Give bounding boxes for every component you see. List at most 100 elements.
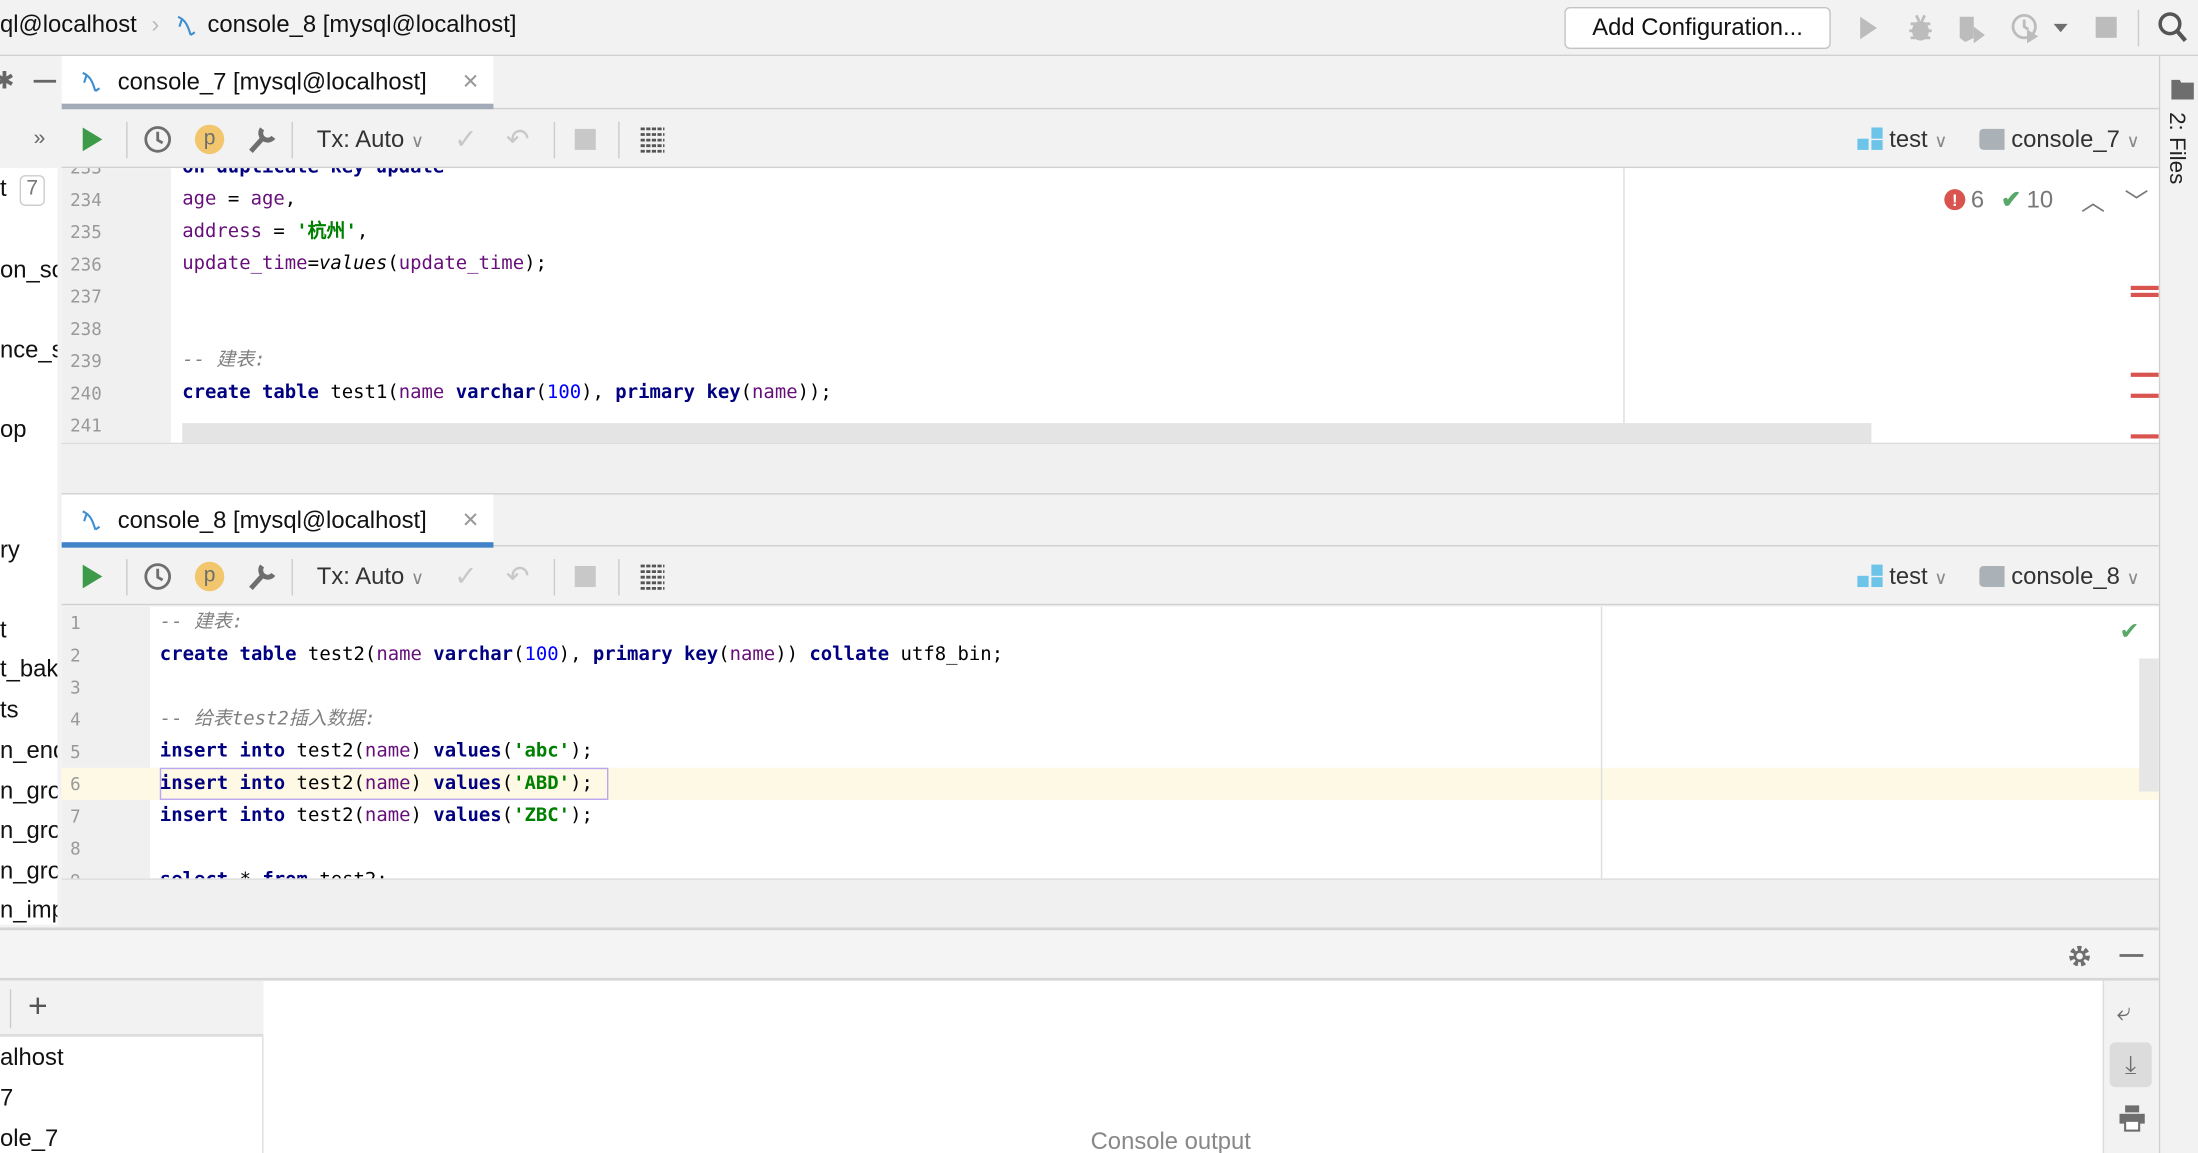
commit-icon[interactable]: ✓ (454, 559, 478, 594)
tab-console-7[interactable]: console_7 [mysql@localhost] ✕ (61, 56, 494, 110)
console7-editor[interactable]: ! 6 ✔ 10 ︿ ﹀ 233 234 235 236 237 238 239 240 241… (61, 168, 2159, 443)
transaction-mode-dropdown[interactable]: Tx: Auto ∨ (317, 563, 424, 591)
execute-icon[interactable] (81, 563, 103, 590)
horizontal-scrollbar[interactable] (182, 423, 1872, 443)
files-tool-button[interactable]: 2: Files (2163, 112, 2188, 184)
folder-icon[interactable] (2170, 78, 2195, 100)
code-token-kw: create table (182, 381, 331, 404)
code-line[interactable]: select * from test2; (160, 864, 388, 879)
transaction-mode-dropdown[interactable]: Tx: Auto ∨ (317, 126, 424, 154)
breadcrumb-current[interactable]: console_8 [mysql@localhost] (207, 11, 516, 39)
tree-item[interactable]: nce_sc (0, 336, 57, 364)
code-line[interactable]: -- 给表test2插入数据: (160, 703, 376, 735)
code-line[interactable]: insert into test2(name) values('ZBC'); (160, 800, 593, 832)
error-marker[interactable] (2130, 434, 2159, 439)
close-tab-icon[interactable]: ✕ (462, 507, 480, 533)
code-line[interactable]: on duplicate key update (182, 168, 444, 183)
debug-icon[interactable] (1906, 13, 1934, 44)
add-configuration-button[interactable]: Add Configuration... (1564, 7, 1831, 50)
next-highlight-icon[interactable]: ﹀ (2125, 182, 2149, 217)
previous-highlight-icon[interactable]: ︿ (2081, 182, 2105, 217)
run-with-coverage-icon[interactable] (1957, 13, 1988, 47)
minimize-icon[interactable] (33, 79, 57, 83)
no-problems-check-icon[interactable]: ✔ (2120, 618, 2140, 646)
breadcrumb-parent[interactable]: ql@localhost (0, 11, 137, 39)
profile-icon[interactable] (2010, 13, 2041, 47)
code-line[interactable]: update_time=values(update_time); (182, 248, 547, 280)
right-tool-strip (2158, 56, 2198, 1153)
code-line[interactable]: address = '杭州', (182, 216, 368, 248)
gear-icon[interactable] (2066, 943, 2093, 970)
tree-item[interactable]: n_imp (0, 897, 57, 925)
wrench-icon[interactable] (247, 560, 278, 592)
add-service-icon[interactable]: + (28, 988, 48, 1027)
tree-item[interactable]: 7 (0, 1084, 13, 1112)
history-icon[interactable] (143, 125, 172, 154)
hide-icon[interactable] (2119, 954, 2144, 957)
session-selector[interactable]: console_8 ∨ (1979, 563, 2140, 591)
search-icon[interactable] (2157, 11, 2188, 45)
code-line[interactable]: -- 建表: (182, 345, 265, 377)
console8-editor[interactable]: ✔ 123456789-- 建表:create table test2(name… (61, 606, 2159, 879)
tree-item[interactable]: n_grou (0, 778, 57, 806)
tree-item[interactable]: n_grou (0, 857, 57, 885)
tree-item[interactable]: ole_7 (0, 1125, 58, 1153)
inspection-widget[interactable]: ! 6 ✔ 10 ︿ ﹀ (1944, 182, 2148, 217)
history-icon[interactable] (143, 562, 172, 591)
code-line[interactable]: age = age, (182, 184, 296, 216)
settings-icon[interactable]: ✱ (0, 67, 14, 95)
console-output-area[interactable]: Console output (263, 980, 2103, 1153)
error-marker[interactable] (2130, 393, 2159, 398)
error-marker[interactable] (2130, 285, 2159, 291)
vertical-scrollbar[interactable] (2139, 658, 2159, 792)
session-selector[interactable]: console_7 ∨ (1979, 126, 2140, 154)
code-token-col: name (398, 381, 445, 404)
commit-icon[interactable]: ✓ (454, 122, 478, 157)
code-line[interactable]: insert into test2(name) values('ABD'); (160, 768, 593, 800)
code-token-str: 'ABD' (513, 771, 571, 795)
code-token-kw: collate (809, 643, 901, 666)
tree-item[interactable]: n_end (0, 737, 57, 765)
session-name: console_7 (2011, 126, 2120, 153)
wrench-icon[interactable] (247, 123, 278, 155)
error-marker[interactable] (2130, 372, 2159, 377)
output-layout-icon[interactable] (639, 126, 666, 153)
error-marker[interactable] (2130, 292, 2159, 298)
output-layout-icon[interactable] (639, 563, 666, 590)
schema-selector[interactable]: test ∨ (1857, 126, 1948, 154)
parameters-icon[interactable]: p (194, 124, 225, 155)
profile-dropdown-icon[interactable] (2052, 22, 2069, 33)
soft-wrap-icon[interactable]: ⤶ (2117, 998, 2131, 1027)
code-line[interactable]: create table test2(name varchar(100), pr… (160, 639, 1003, 671)
more-icon[interactable]: » (34, 126, 46, 150)
editor-splitter[interactable] (61, 442, 2159, 494)
parameters-icon[interactable]: p (194, 561, 225, 592)
scroll-to-end-icon[interactable]: ⤓ (2109, 1042, 2152, 1088)
close-tab-icon[interactable]: ✕ (462, 69, 480, 94)
rollback-icon[interactable]: ↶ (506, 122, 530, 157)
line-number: 9 (70, 864, 81, 878)
code-line[interactable]: -- 建表: (160, 607, 243, 639)
tree-item[interactable]: on_sch (0, 256, 57, 284)
code-token-kw: insert into (159, 739, 297, 763)
print-icon[interactable] (2118, 1104, 2146, 1132)
tree-item[interactable]: op (0, 416, 27, 444)
rollback-icon[interactable]: ↶ (506, 559, 530, 594)
tree-item[interactable]: ts (0, 696, 19, 724)
run-icon[interactable] (1857, 14, 1879, 42)
tree-item[interactable]: t (0, 175, 7, 203)
code-line[interactable]: insert into test2(name) values('abc'); (160, 736, 593, 768)
tree-item[interactable]: t_bak (0, 656, 57, 684)
tree-item[interactable]: ry (0, 537, 20, 565)
execute-icon[interactable] (81, 126, 103, 153)
code-line[interactable]: create table test1(name varchar(100), pr… (182, 377, 832, 409)
tab-console-8[interactable]: console_8 [mysql@localhost] ✕ (61, 494, 494, 548)
tree-item[interactable]: t (0, 616, 7, 644)
cancel-statement-icon[interactable] (574, 566, 596, 588)
code-token-kw: values (433, 739, 502, 763)
tree-item[interactable]: alhost (0, 1044, 64, 1072)
schema-selector[interactable]: test ∨ (1857, 563, 1948, 591)
stop-icon[interactable] (2095, 16, 2117, 38)
tree-item[interactable]: n_grou (0, 817, 57, 845)
cancel-statement-icon[interactable] (574, 128, 596, 150)
